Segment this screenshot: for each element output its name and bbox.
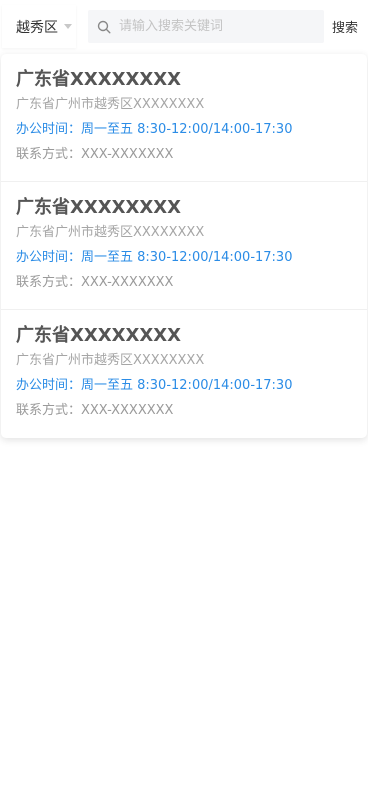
district-dropdown[interactable]: 越秀区 — [2, 5, 76, 48]
office-name: 广东省XXXXXXXX — [16, 69, 182, 90]
office-hours: 办公时间：周一至五 8:30-12:00/14:00-17:30 — [16, 122, 293, 137]
office-hours: 办公时间：周一至五 8:30-12:00/14:00-17:30 — [16, 250, 293, 265]
office-contact: 联系方式：XXX-XXXXXXX — [16, 275, 174, 290]
office-contact: 联系方式：XXX-XXXXXXX — [16, 403, 174, 418]
office-contact: 联系方式：XXX-XXXXXXX — [16, 147, 174, 162]
office-card[interactable]: 广东省XXXXXXXX 广东省广州市越秀区XXXXXXXX 办公时间：周一至五 … — [1, 310, 367, 438]
search-box[interactable] — [88, 10, 324, 43]
office-address: 广东省广州市越秀区XXXXXXXX — [16, 225, 205, 240]
search-button[interactable]: 搜索 — [332, 17, 358, 36]
office-card[interactable]: 广东省XXXXXXXX 广东省广州市越秀区XXXXXXXX 办公时间：周一至五 … — [1, 182, 367, 310]
office-address: 广东省广州市越秀区XXXXXXXX — [16, 97, 205, 112]
search-input[interactable] — [117, 18, 311, 35]
office-address: 广东省广州市越秀区XXXXXXXX — [16, 353, 205, 368]
office-list: 广东省XXXXXXXX 广东省广州市越秀区XXXXXXXX 办公时间：周一至五 … — [1, 54, 367, 438]
district-label: 越秀区 — [16, 19, 58, 36]
caret-down-icon — [64, 24, 72, 29]
office-name: 广东省XXXXXXXX — [16, 325, 182, 346]
search-icon — [97, 20, 111, 34]
top-bar: 越秀区 搜索 — [0, 0, 368, 50]
office-hours: 办公时间：周一至五 8:30-12:00/14:00-17:30 — [16, 378, 293, 393]
office-card[interactable]: 广东省XXXXXXXX 广东省广州市越秀区XXXXXXXX 办公时间：周一至五 … — [1, 54, 367, 182]
office-name: 广东省XXXXXXXX — [16, 197, 182, 218]
